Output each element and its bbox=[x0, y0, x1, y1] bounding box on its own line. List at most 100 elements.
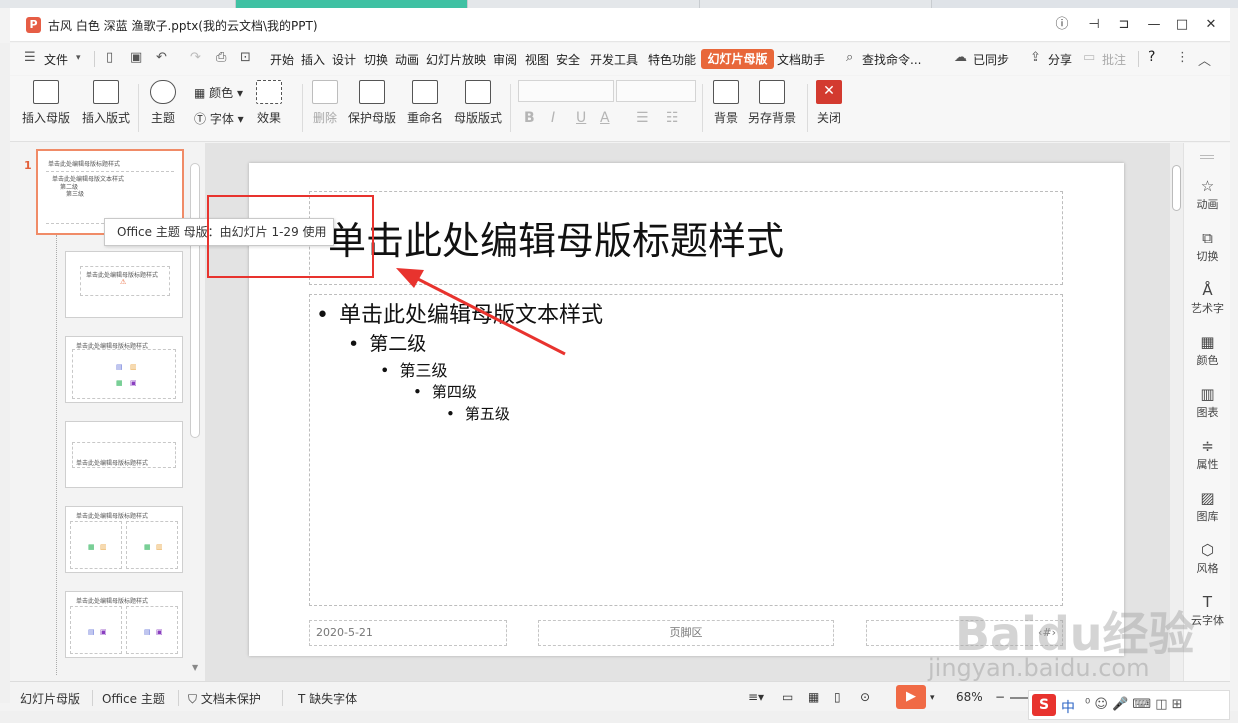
italic-button[interactable]: I bbox=[551, 110, 555, 126]
menu-item-insert[interactable]: 插入 bbox=[301, 51, 325, 68]
title-placeholder[interactable]: 单击此处编辑母版标题样式 bbox=[309, 191, 1063, 285]
menu-item-doc-assistant[interactable]: 文档助手 bbox=[777, 51, 825, 68]
menu-item-view[interactable]: 视图 bbox=[525, 51, 549, 68]
pin-icon[interactable]: ⊣ bbox=[1083, 14, 1105, 36]
close-master-view-button[interactable]: ✕ 关闭 bbox=[816, 80, 842, 126]
panel-chart[interactable]: ▥ 图表 bbox=[1184, 385, 1231, 420]
play-options-chevron-icon[interactable]: ▾ bbox=[930, 693, 935, 703]
hamburger-menu-icon[interactable]: ☰ bbox=[24, 50, 36, 65]
browser-tab-active[interactable] bbox=[236, 0, 468, 8]
body-placeholder[interactable]: • 单击此处编辑母版文本样式 • 第二级 • 第三级 • 第四级 • 第五级 bbox=[309, 294, 1063, 606]
bold-button[interactable]: B bbox=[524, 110, 535, 126]
save-icon[interactable]: ▣ bbox=[130, 50, 142, 65]
panel-transition[interactable]: ⧉ 切换 bbox=[1184, 229, 1231, 264]
scroll-down-icon[interactable]: ▼ bbox=[192, 663, 198, 672]
insert-layout-button[interactable]: 插入版式 bbox=[82, 80, 130, 126]
chevron-down-icon[interactable]: ▾ bbox=[76, 53, 81, 63]
master-slide[interactable]: 单击此处编辑母版标题样式 • 单击此处编辑母版文本样式 • 第二级 • 第三级 • 第四… bbox=[249, 163, 1124, 656]
missing-fonts-button[interactable]: T 缺失字体 bbox=[298, 690, 357, 707]
more-icon[interactable]: ⋮ bbox=[1176, 50, 1189, 65]
presenter-view-icon[interactable]: ⊙ bbox=[860, 690, 870, 704]
thumbnail-scrollbar[interactable] bbox=[190, 163, 200, 438]
minimize-button[interactable]: — bbox=[1143, 14, 1165, 36]
restore-layout-icon[interactable]: ⊐ bbox=[1113, 14, 1135, 36]
zoom-level[interactable]: 68% bbox=[956, 690, 983, 704]
menu-item-slide-master[interactable]: 幻灯片母版 bbox=[701, 49, 774, 69]
transition-icon: ⧉ bbox=[1202, 229, 1213, 247]
effects-button[interactable]: 效果 bbox=[256, 80, 282, 126]
theme-button[interactable]: 主题 bbox=[150, 80, 176, 126]
master-layout-button[interactable]: 母版版式 bbox=[454, 80, 502, 126]
underline-button[interactable]: U bbox=[576, 110, 586, 126]
comment-button[interactable]: 批注 bbox=[1102, 51, 1126, 68]
print-icon[interactable]: ⎙ bbox=[216, 50, 226, 65]
share-icon[interactable]: ⇪ bbox=[1030, 50, 1041, 65]
normal-view-icon[interactable]: ▭ bbox=[782, 690, 793, 704]
rename-button[interactable]: 重命名 bbox=[407, 80, 443, 126]
collapse-ribbon-icon[interactable]: ︿ bbox=[1198, 50, 1211, 69]
print-preview-icon[interactable]: ⊡ bbox=[240, 50, 251, 65]
panel-style[interactable]: ⬡ 风格 bbox=[1184, 541, 1231, 576]
panel-animation[interactable]: ☆ 动画 bbox=[1184, 177, 1231, 212]
maximize-button[interactable]: □ bbox=[1171, 14, 1193, 36]
undo-icon[interactable]: ↶ bbox=[156, 50, 167, 65]
layout-thumbnail[interactable]: 单击此处编辑母版标题样式 ▦ ▦ ▥ ▥ bbox=[65, 506, 183, 573]
fonts-dropdown[interactable]: Ⓣ 字体 ▾ bbox=[194, 110, 244, 127]
share-button[interactable]: 分享 bbox=[1048, 51, 1072, 68]
colors-dropdown[interactable]: ▦ 颜色 ▾ bbox=[194, 84, 243, 101]
reading-view-icon[interactable]: ▯ bbox=[834, 690, 841, 704]
menu-item-design[interactable]: 设计 bbox=[332, 51, 356, 68]
menu-item-animation[interactable]: 动画 bbox=[395, 51, 419, 68]
chart-glyph-icon: ▤ bbox=[144, 628, 151, 636]
menu-item-special[interactable]: 特色功能 bbox=[648, 51, 696, 68]
help-button[interactable]: ? bbox=[1148, 49, 1155, 65]
menu-item-security[interactable]: 安全 bbox=[556, 51, 580, 68]
sync-status[interactable]: 已同步 bbox=[973, 51, 1009, 68]
font-size-combo[interactable] bbox=[616, 80, 696, 102]
redo-icon[interactable]: ↷ bbox=[190, 50, 201, 65]
date-placeholder[interactable]: 2020-5-21 bbox=[309, 620, 507, 646]
scrollbar-thumb[interactable] bbox=[1172, 165, 1181, 211]
play-slideshow-button[interactable]: ▶ bbox=[896, 685, 926, 709]
menu-item-developer[interactable]: 开发工具 bbox=[590, 51, 638, 68]
zoom-out-icon[interactable]: − bbox=[995, 690, 1005, 704]
cloud-sync-icon[interactable]: ☁ bbox=[954, 50, 967, 65]
font-name-combo[interactable] bbox=[518, 80, 614, 102]
browser-tab[interactable] bbox=[700, 0, 932, 8]
ime-tools-icon[interactable]: ⁰ ☺ 🎤 ⌨ ◫ ⊞ bbox=[1085, 697, 1183, 712]
menu-item-slideshow[interactable]: 幻灯片放映 bbox=[426, 51, 486, 68]
background-button[interactable]: 背景 bbox=[713, 80, 739, 126]
panel-colors[interactable]: ▦ 颜色 bbox=[1184, 333, 1231, 368]
layout-thumbnail[interactable]: 单击此处编辑母版标题样式 ▤ ▥ ▦ ▣ bbox=[65, 336, 183, 403]
layout-thumbnail[interactable]: 单击此处编辑母版标题样式 ⚠ bbox=[65, 251, 183, 318]
slide-sorter-icon[interactable]: ▦ bbox=[808, 690, 819, 704]
save-background-button[interactable]: 另存背景 bbox=[748, 80, 796, 126]
font-color-button[interactable]: A bbox=[600, 110, 610, 126]
panel-wordart[interactable]: Å 艺术字 bbox=[1184, 281, 1231, 316]
browser-tab[interactable] bbox=[0, 0, 236, 8]
delete-button[interactable]: 删除 bbox=[312, 80, 338, 126]
footer-placeholder[interactable]: 页脚区 bbox=[538, 620, 834, 646]
command-search[interactable]: 查找命令... bbox=[862, 51, 921, 68]
menu-item-transition[interactable]: 切换 bbox=[364, 51, 388, 68]
protect-master-button[interactable]: 保护母版 bbox=[348, 80, 396, 126]
layout-thumbnail[interactable]: 单击此处编辑母版标题样式 ▤ ▤ ▣ ▣ bbox=[65, 591, 183, 658]
bullet-list-icon[interactable]: ☰ bbox=[636, 110, 649, 126]
ime-toolbar[interactable]: S 中 ⁰ ☺ 🎤 ⌨ ◫ ⊞ bbox=[1028, 690, 1230, 720]
menu-item-review[interactable]: 审阅 bbox=[493, 51, 517, 68]
insert-master-button[interactable]: 插入母版 bbox=[22, 80, 70, 126]
close-window-button[interactable]: ✕ bbox=[1200, 14, 1222, 36]
numbered-list-icon[interactable]: ☷ bbox=[666, 110, 679, 126]
comment-icon[interactable]: ▭ bbox=[1083, 50, 1095, 65]
info-icon[interactable]: ⓘ bbox=[1051, 14, 1073, 36]
file-menu[interactable]: 文件 bbox=[44, 51, 68, 68]
panel-properties[interactable]: ≑ 属性 bbox=[1184, 437, 1231, 472]
document-protection-status[interactable]: ⛉ 文档未保护 bbox=[188, 690, 261, 707]
notes-toggle-icon[interactable]: ≡▾ bbox=[748, 690, 764, 704]
browser-tab[interactable] bbox=[468, 0, 700, 8]
panel-gallery[interactable]: ▨ 图库 bbox=[1184, 489, 1231, 524]
new-file-icon[interactable]: ▯ bbox=[106, 50, 113, 65]
menu-item-home[interactable]: 开始 bbox=[270, 51, 294, 68]
search-icon[interactable]: ⌕ bbox=[846, 50, 853, 65]
layout-thumbnail[interactable]: 单击此处编辑母版标题样式 bbox=[65, 421, 183, 488]
